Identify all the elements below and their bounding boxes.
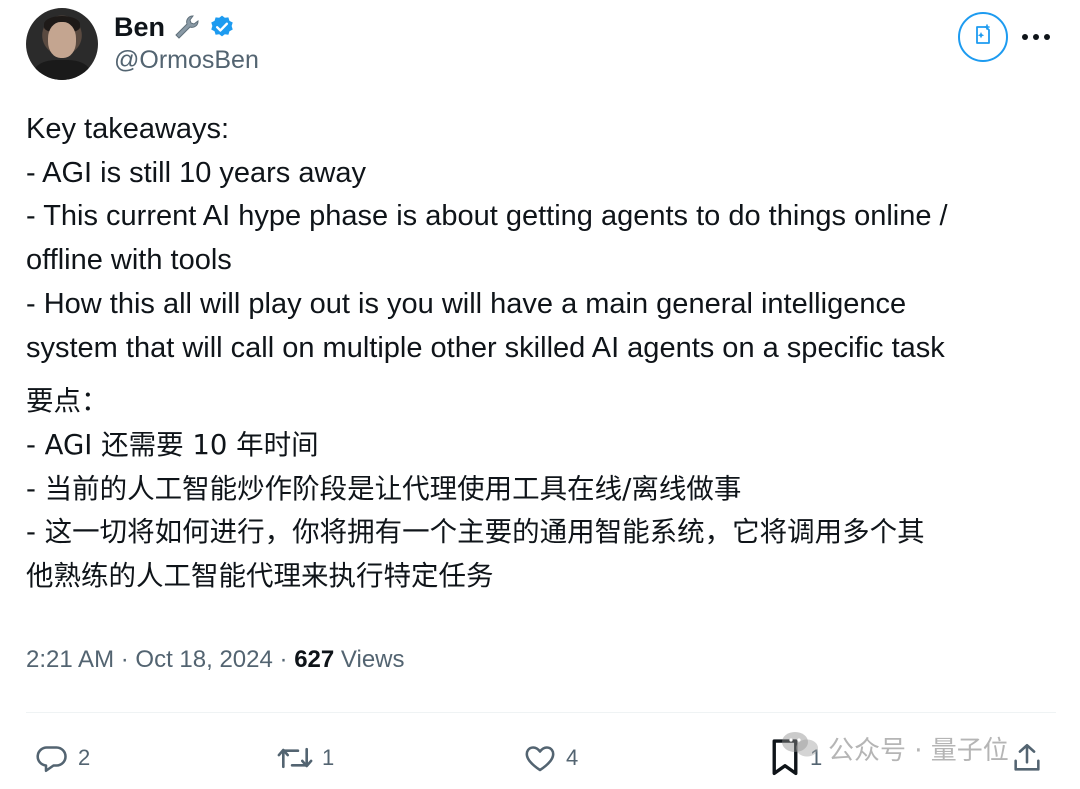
author-name-row[interactable]: Ben (114, 10, 237, 44)
meta-separator: · (120, 646, 129, 673)
tweet-meta: 2:21 AM · Oct 18, 2024 · 627 Views (26, 646, 405, 674)
like-count: 4 (566, 745, 579, 770)
divider (26, 712, 1056, 713)
avatar[interactable] (26, 8, 98, 80)
repost-icon (276, 740, 314, 776)
verified-badge-icon[interactable] (207, 12, 237, 42)
grok-icon (971, 23, 995, 52)
tweet-line: - AGI 还需要 10 年时间 (26, 428, 319, 461)
tweet-line: - This current AI hype phase is about ge… (26, 200, 948, 233)
display-name[interactable]: Ben (114, 12, 165, 43)
tweet-line: 要点： (26, 385, 109, 418)
tweet-text: Key takeaways: - AGI is still 10 years a… (26, 108, 1066, 609)
tweet-line: system that will call on multiple other … (26, 331, 945, 364)
share-icon (1010, 740, 1044, 776)
tweet-chinese-paragraph: 要点： - AGI 还需要 10 年时间 - 当前的人工智能炒作阶段是让代理使用… (26, 380, 1066, 599)
like-button[interactable]: 4 (522, 736, 578, 780)
tweet-line: 他熟练的人工智能代理来执行特定任务 (26, 560, 494, 593)
tweet-line: - AGI is still 10 years away (26, 156, 367, 189)
more-button[interactable] (1016, 22, 1056, 52)
repost-count: 1 (322, 745, 335, 770)
reply-count: 2 (78, 745, 91, 770)
tweet-line: offline with tools (26, 244, 232, 277)
views-label: Views (340, 646, 405, 673)
meta-separator: · (279, 646, 288, 673)
reply-button[interactable]: 2 (34, 736, 90, 780)
share-button[interactable] (1010, 736, 1044, 780)
reply-icon (34, 740, 70, 776)
more-horizontal-icon (1021, 28, 1051, 46)
repost-button[interactable]: 1 (276, 736, 334, 780)
grok-button[interactable] (958, 12, 1008, 62)
tweet-header: Ben @OrmosBen (26, 8, 1066, 80)
watermark-text: 公众号 · 量子位 (828, 735, 1009, 766)
tweet-time[interactable]: 2:21 AM (26, 646, 114, 673)
tweet-line: - How this all will play out is you will… (26, 287, 907, 320)
wrench-icon (171, 12, 201, 42)
tweet-line: Key takeaways: (26, 113, 230, 145)
wechat-icon (780, 729, 820, 768)
tweet-line: - 这一切将如何进行，你将拥有一个主要的通用智能系统，它将调用多个其 (26, 516, 925, 549)
heart-icon (522, 740, 558, 776)
tweet-line: - 当前的人工智能炒作阶段是让代理使用工具在线/离线做事 (26, 472, 742, 505)
tweet-english-paragraph: Key takeaways: - AGI is still 10 years a… (26, 108, 1066, 370)
tweet-date[interactable]: Oct 18, 2024 (135, 646, 272, 673)
author-handle[interactable]: @OrmosBen (114, 46, 259, 75)
watermark: 公众号 · 量子位 (780, 728, 1009, 768)
views-count[interactable]: 627 (294, 646, 334, 673)
